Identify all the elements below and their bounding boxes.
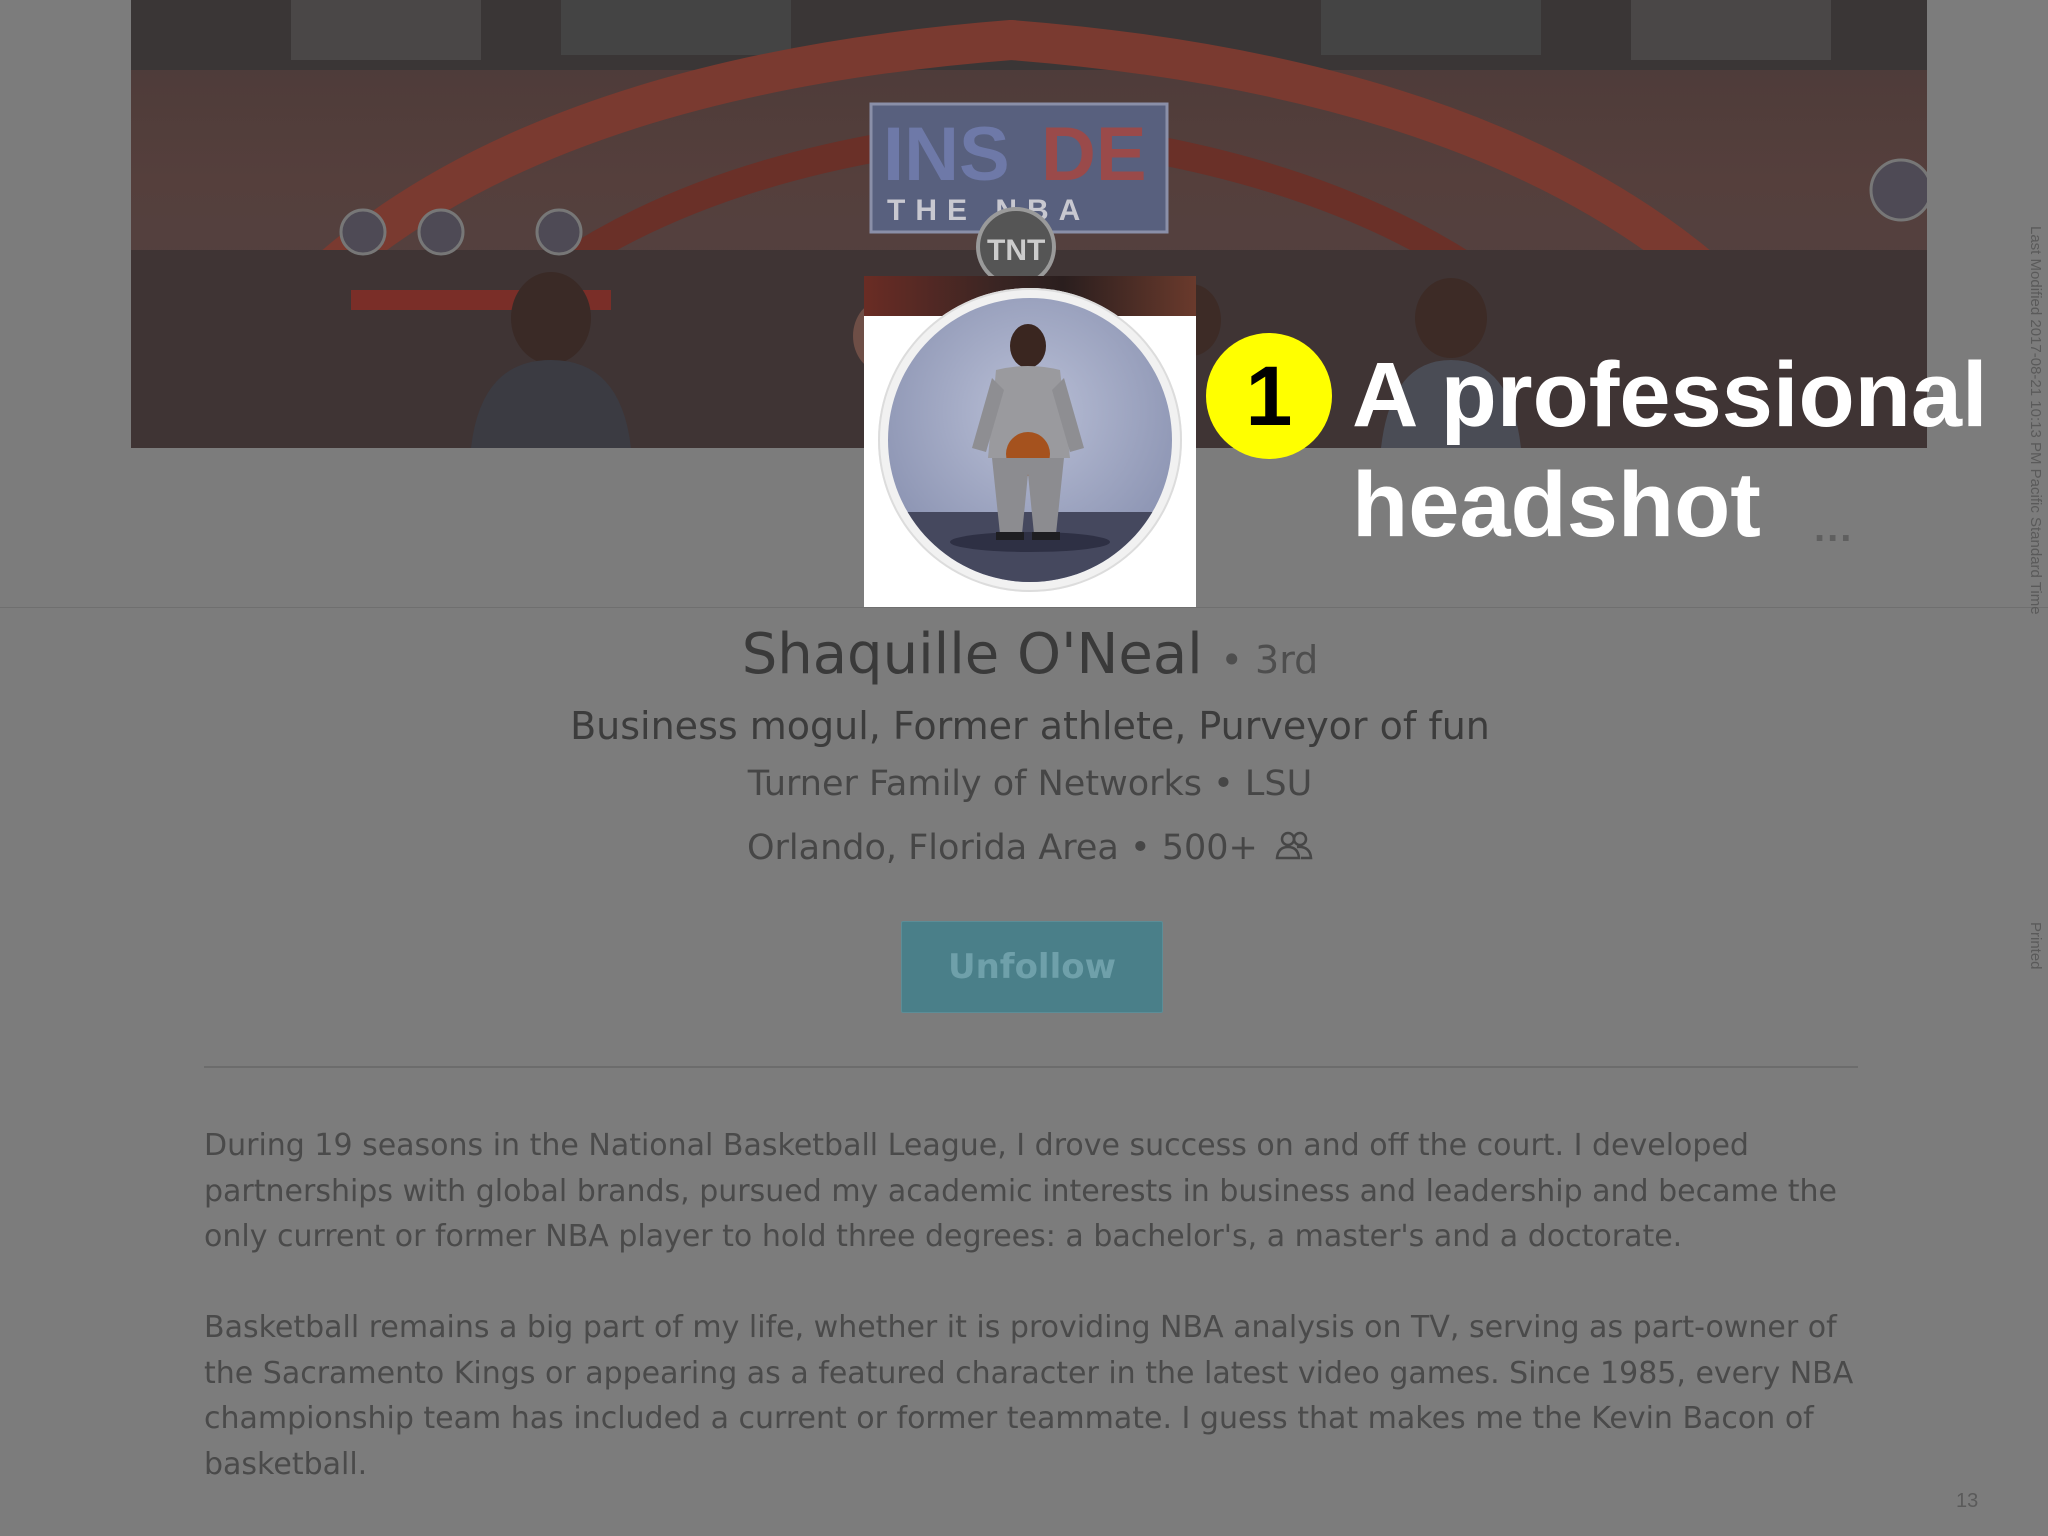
section-divider <box>0 607 2048 608</box>
profile-name-row: Shaquille O'Neal • 3rd <box>0 622 2048 687</box>
profile-name: Shaquille O'Neal <box>741 622 1203 687</box>
logo-right-text: DE <box>1041 112 1147 197</box>
slide: INS DE THE NBA TNT 1 A professional head… <box>0 0 2048 1536</box>
people-icon <box>1275 829 1313 869</box>
summary-paragraph-1: During 19 seasons in the National Basket… <box>204 1128 1837 1254</box>
annotation-callout: A professional headshot <box>1352 340 2012 560</box>
profile-company-education: Turner Family of Networks • LSU <box>747 764 1313 804</box>
profile-headline: Business mogul, Former athlete, Purveyor… <box>570 704 1490 748</box>
printed-note: Printed <box>2027 922 2044 970</box>
avatar <box>888 298 1172 582</box>
more-options-button[interactable]: ... <box>1814 508 1853 548</box>
callout-line-1: A professional <box>1352 344 1988 446</box>
profile-photo[interactable] <box>864 276 1196 607</box>
last-modified-note: Last Modified 2017-08-21 10:13 PM Pacifi… <box>2027 226 2044 615</box>
profile-location-row: Orlando, Florida Area • 500+ <box>0 828 2048 869</box>
annotation-number-badge: 1 <box>1206 333 1332 459</box>
page-number: 13 <box>1956 1490 1979 1512</box>
profile-location: Orlando, Florida Area • 500+ <box>746 828 1258 868</box>
summary-paragraph-2: Basketball remains a big part of my life… <box>204 1310 1854 1482</box>
network-logo-text: TNT <box>987 234 1045 267</box>
headshot-figure <box>888 324 1172 582</box>
logo-left-text: INS <box>883 112 1010 197</box>
unfollow-button[interactable]: Unfollow <box>901 921 1163 1013</box>
callout-line-2: headshot <box>1352 454 1761 556</box>
connection-degree: • 3rd <box>1220 638 1319 682</box>
avatar-frame <box>878 288 1182 592</box>
summary-divider <box>204 1066 1858 1068</box>
